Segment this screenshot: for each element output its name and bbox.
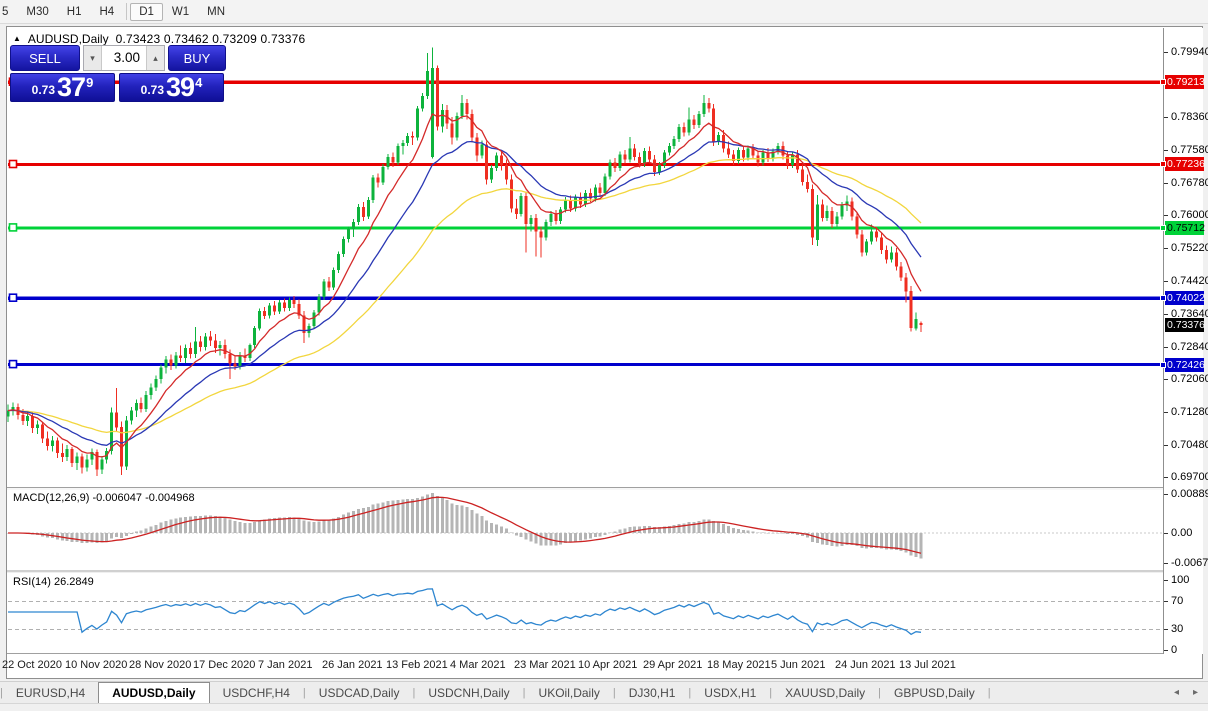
date-label: 7 Jan 2021 (258, 659, 312, 671)
volume-input[interactable]: 3.00 (102, 46, 146, 70)
date-label: 28 Nov 2020 (129, 659, 191, 671)
sell-price-prefix: 0.73 (32, 83, 55, 97)
chart-tab-usdx[interactable]: USDX,H1 (691, 682, 769, 703)
price-tick: 0.72060 (1171, 373, 1208, 386)
timeframe-button-m30[interactable]: M30 (17, 3, 57, 21)
timeframe-button-h1[interactable]: H1 (58, 3, 91, 21)
level-marker-icon (1160, 225, 1166, 231)
price-tick: 0.69700 (1171, 471, 1208, 484)
date-label: 24 Jun 2021 (835, 659, 896, 671)
toolbar-separator (126, 3, 127, 20)
price-tick: 0.76780 (1171, 177, 1208, 190)
date-label: 13 Jul 2021 (899, 659, 956, 671)
rsi-tick: 0 (1171, 644, 1177, 657)
price-axis[interactable]: 0.799400.783600.775800.767800.760000.752… (1163, 28, 1203, 654)
timeframe-button-5[interactable]: 5 (0, 3, 17, 21)
timeframe-button-mn[interactable]: MN (198, 3, 234, 21)
buy-price-big-digits: 39 (166, 74, 194, 101)
level-price-badge: 0.75712 (1165, 221, 1204, 235)
macd-tick: -0.006758 (1171, 557, 1208, 570)
sell-price-pip-digit: 9 (86, 75, 93, 90)
volume-spinner: ▾ 3.00 ▴ (83, 45, 165, 71)
price-tick: 0.78360 (1171, 111, 1208, 124)
date-label: 5 Jun 2021 (771, 659, 825, 671)
date-label: 4 Mar 2021 (450, 659, 506, 671)
buy-price-display[interactable]: 0.73 39 4 (119, 73, 224, 102)
tab-separator: | (988, 687, 991, 699)
level-marker-icon (1160, 161, 1166, 167)
chart-symbol-period: AUDUSD,Daily (28, 32, 109, 46)
price-tick: 0.77580 (1171, 144, 1208, 157)
price-tick: 0.70480 (1171, 439, 1208, 452)
volume-decrease-button[interactable]: ▾ (84, 46, 102, 70)
date-label: 29 Apr 2021 (643, 659, 702, 671)
chart-tab-eurusd[interactable]: EURUSD,H4 (3, 682, 98, 703)
macd-label: MACD(12,26,9) -0.006047 -0.004968 (13, 492, 195, 504)
date-label: 13 Feb 2021 (386, 659, 448, 671)
buy-price-prefix: 0.73 (141, 83, 164, 97)
chart-title-row: ▲ AUDUSD,Daily 0.73423 0.73462 0.73209 0… (13, 31, 305, 46)
level-marker-icon (1160, 79, 1166, 85)
date-label: 10 Apr 2021 (578, 659, 637, 671)
chart-tab-gbpusd[interactable]: GBPUSD,Daily (881, 682, 988, 703)
sell-button[interactable]: SELL (10, 45, 80, 71)
timeframe-toolbar: 5M30H1H4 D1W1MN (0, 0, 1208, 24)
price-tick: 0.74420 (1171, 275, 1208, 288)
tab-scroll-right-icon[interactable]: ▸ (1193, 687, 1198, 698)
level-price-badge: 0.77236 (1165, 157, 1204, 171)
tab-scroll-arrows: ◂▸ (1174, 682, 1208, 703)
date-axis[interactable]: 22 Oct 202010 Nov 202028 Nov 202017 Dec … (7, 655, 1163, 677)
macd-tick: 0.008892 (1171, 488, 1208, 501)
timeframe-button-h4[interactable]: H4 (90, 3, 123, 21)
chart-svg (7, 28, 1163, 654)
mt4-window: 5M30H1H4 D1W1MN ▲ AUDUSD,Daily 0.73423 0.… (0, 0, 1208, 711)
chart-tab-ukoil[interactable]: UKOil,Daily (526, 682, 613, 703)
price-tick: 0.72840 (1171, 341, 1208, 354)
level-price-badge: 0.72426 (1165, 358, 1204, 372)
date-label: 22 Oct 2020 (2, 659, 62, 671)
chart-ohlc-values: 0.73423 0.73462 0.73209 0.73376 (116, 32, 306, 46)
chart-tab-audusd[interactable]: AUDUSD,Daily (98, 682, 209, 703)
level-price-badge: 0.74022 (1165, 291, 1204, 305)
date-label: 10 Nov 2020 (65, 659, 127, 671)
price-chart-canvas[interactable] (7, 28, 1163, 654)
buy-button[interactable]: BUY (168, 45, 226, 71)
rsi-label: RSI(14) 26.2849 (13, 576, 94, 588)
chart-tab-dj30[interactable]: DJ30,H1 (616, 682, 689, 703)
macd-tick: 0.00 (1171, 527, 1192, 540)
date-label: 26 Jan 2021 (322, 659, 383, 671)
date-label: 23 Mar 2021 (514, 659, 576, 671)
timeframe-button-d1[interactable]: D1 (130, 3, 163, 21)
sell-price-big-digits: 37 (57, 74, 85, 101)
current-price-badge: 0.73376 (1165, 318, 1204, 332)
chart-tabs-bar: |EURUSD,H4AUDUSD,DailyUSDCHF,H4|USDCAD,D… (0, 681, 1208, 704)
one-click-trading-panel: SELL ▾ 3.00 ▴ BUY 0.73 37 9 0.73 39 4 (10, 45, 226, 102)
price-tick: 0.79940 (1171, 46, 1208, 59)
chart-tab-usdchf[interactable]: USDCHF,H4 (210, 682, 303, 703)
chart-tab-usdcnh[interactable]: USDCNH,Daily (415, 682, 522, 703)
level-price-badge: 0.79213 (1165, 75, 1204, 89)
level-marker-icon (1160, 295, 1166, 301)
buy-price-pip-digit: 4 (195, 75, 202, 90)
level-marker-icon (1160, 362, 1166, 368)
volume-increase-button[interactable]: ▴ (146, 46, 164, 70)
price-tick: 0.71280 (1171, 406, 1208, 419)
chart-tab-xauusd[interactable]: XAUUSD,Daily (772, 682, 878, 703)
collapse-triangle-icon[interactable]: ▲ (13, 34, 21, 44)
sell-price-display[interactable]: 0.73 37 9 (10, 73, 115, 102)
rsi-tick: 70 (1171, 595, 1183, 608)
date-label: 18 May 2021 (707, 659, 771, 671)
rsi-tick: 30 (1171, 623, 1183, 636)
chart-tab-usdcad[interactable]: USDCAD,Daily (306, 682, 413, 703)
tab-scroll-left-icon[interactable]: ◂ (1174, 687, 1179, 698)
timeframe-button-w1[interactable]: W1 (163, 3, 198, 21)
price-tick: 0.75220 (1171, 242, 1208, 255)
date-label: 17 Dec 2020 (193, 659, 255, 671)
rsi-tick: 100 (1171, 574, 1189, 587)
